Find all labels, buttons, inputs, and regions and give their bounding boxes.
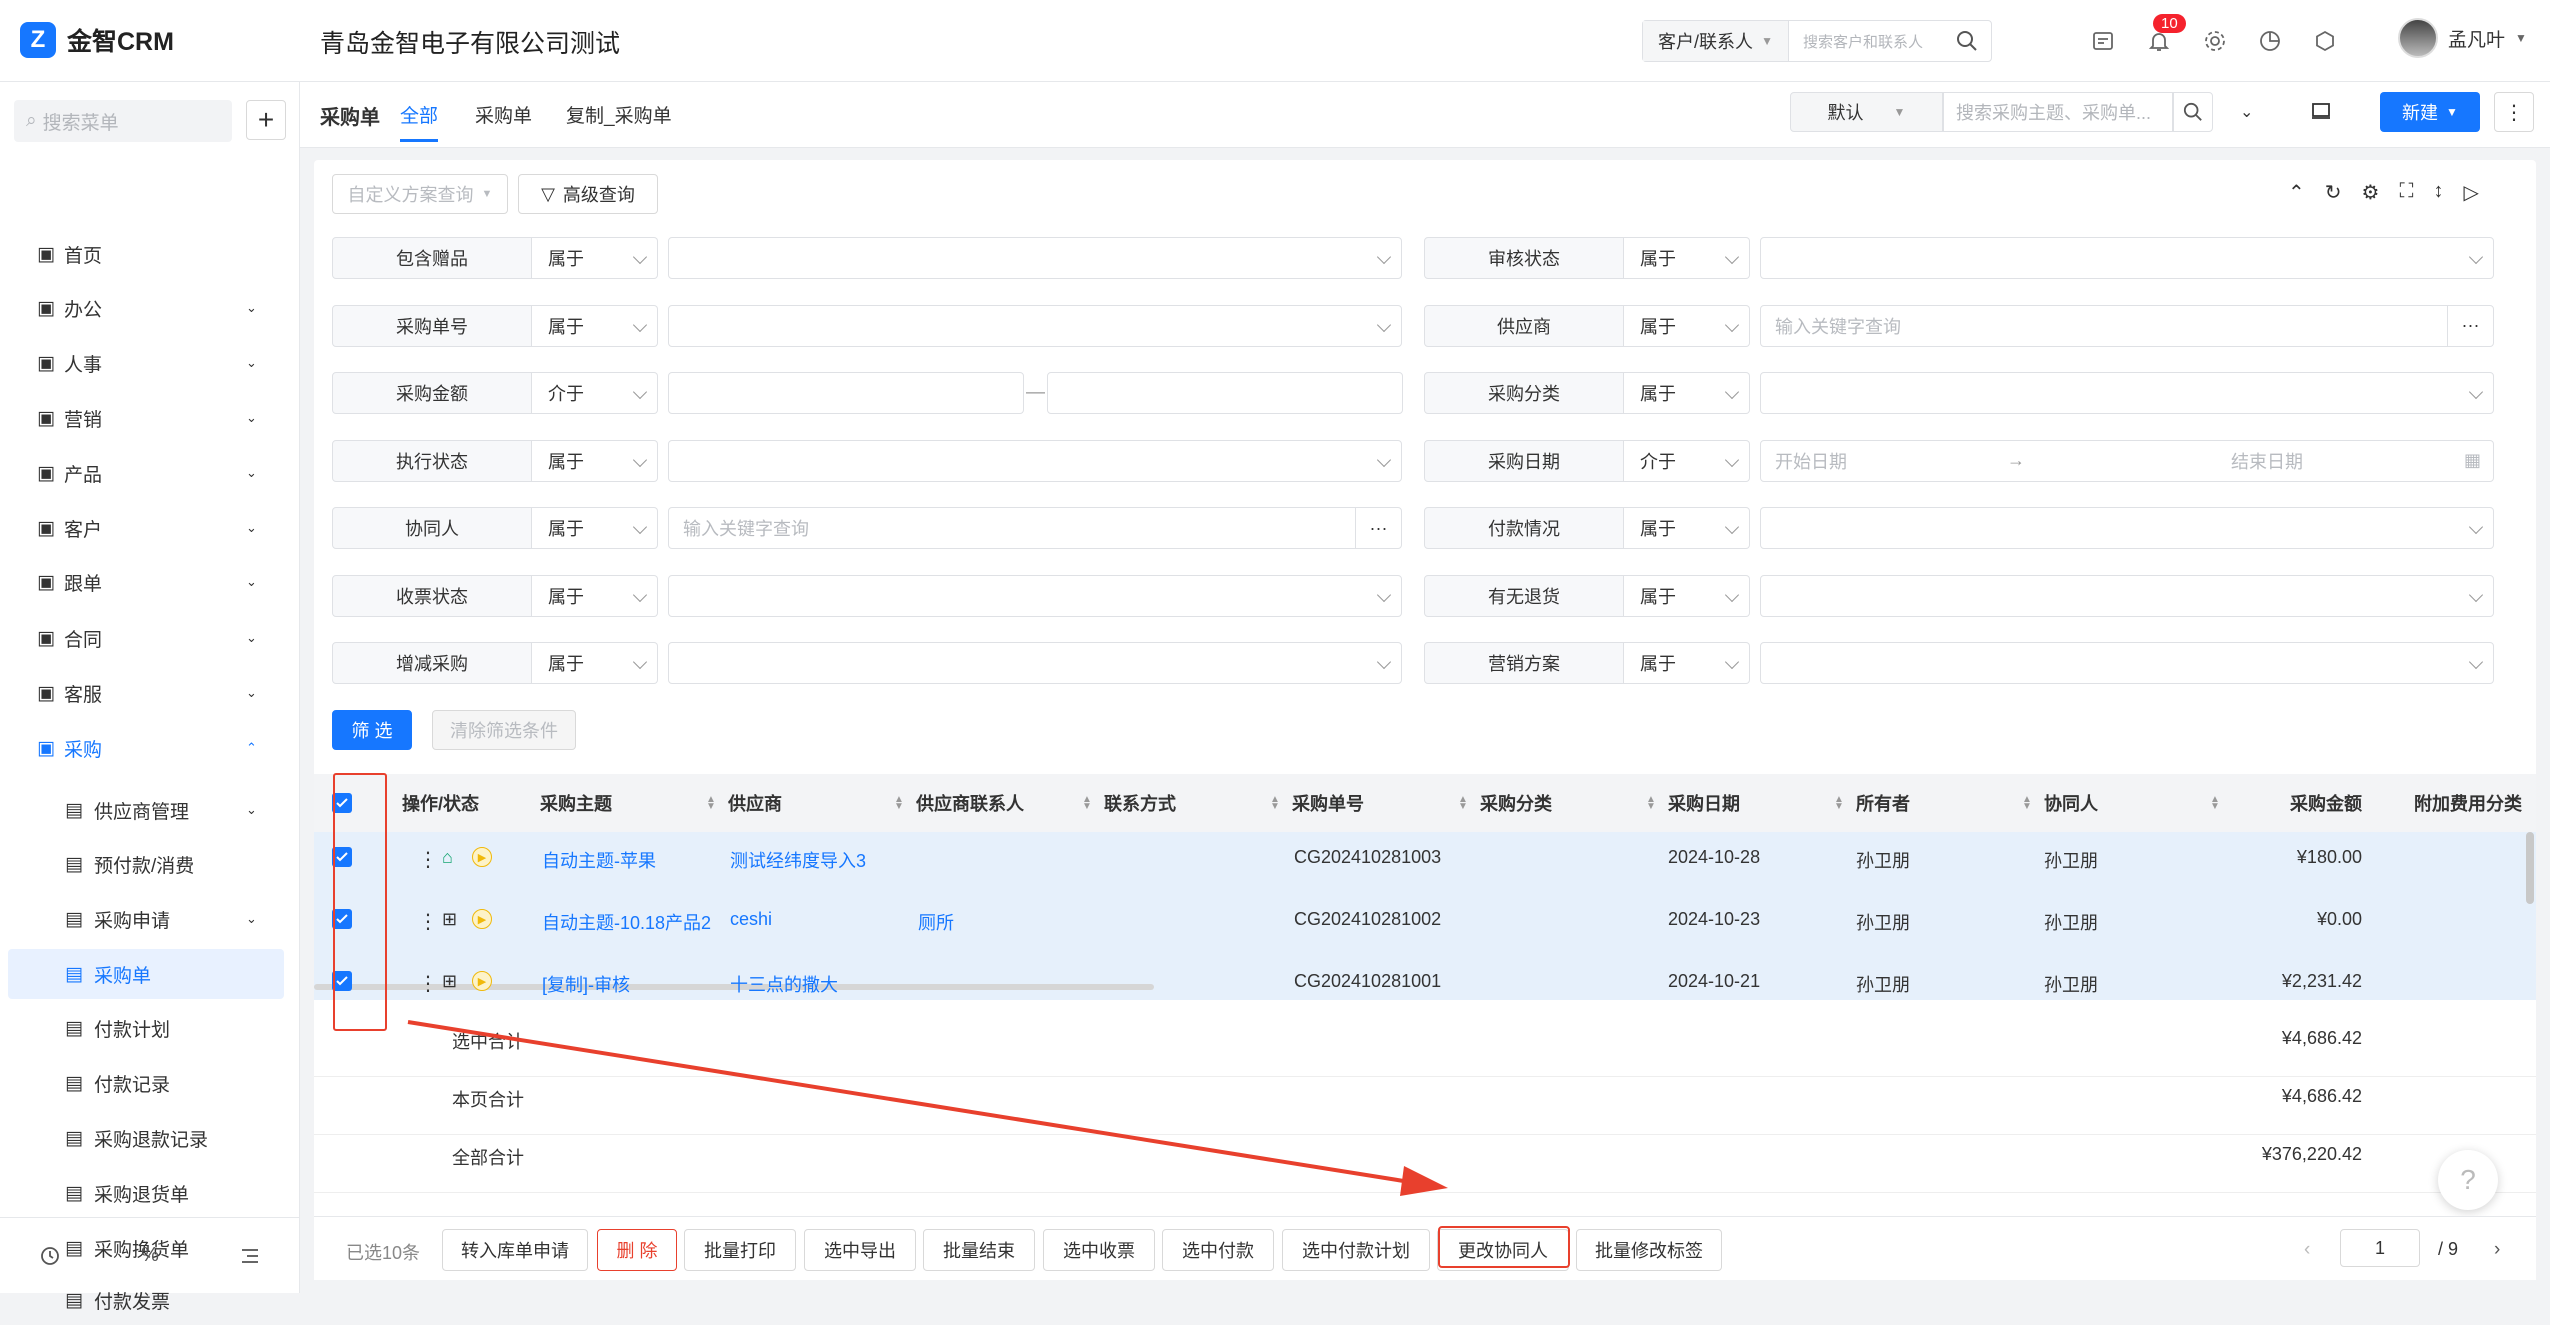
annotation-arrow: [407, 1020, 1448, 1196]
document-icon: ▤: [65, 1289, 83, 1311]
